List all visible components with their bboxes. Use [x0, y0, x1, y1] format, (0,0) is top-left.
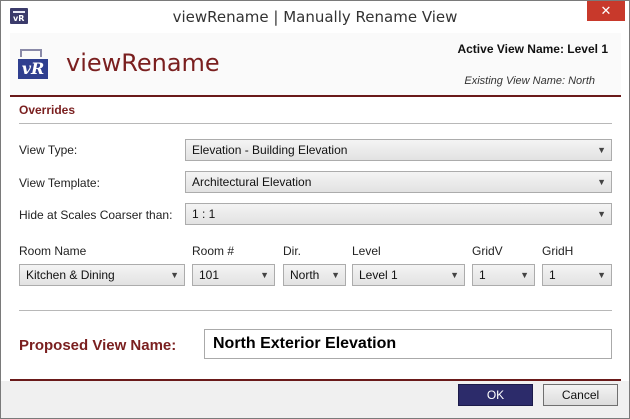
- gridv-select[interactable]: 1 ▼: [472, 264, 535, 286]
- chevron-down-icon: ▼: [597, 209, 606, 219]
- room-number-value: 101: [199, 268, 220, 282]
- hide-scale-select[interactable]: 1 : 1 ▼: [185, 203, 612, 225]
- logo-plate: vR: [18, 59, 48, 79]
- chevron-down-icon: ▼: [170, 270, 179, 280]
- dir-value: North: [290, 268, 320, 282]
- fields-divider: [19, 310, 612, 311]
- dialog-window: vR viewRename | Manually Rename View ✕ v…: [0, 0, 630, 419]
- room-name-select[interactable]: Kitchen & Dining ▼: [19, 264, 185, 286]
- chevron-down-icon: ▼: [597, 145, 606, 155]
- ok-button[interactable]: OK: [458, 384, 533, 406]
- room-name-value: Kitchen & Dining: [26, 268, 115, 282]
- chevron-down-icon: ▼: [597, 270, 606, 280]
- existing-view-name: Existing View Name: North: [464, 75, 595, 87]
- dir-select[interactable]: North ▼: [283, 264, 346, 286]
- view-type-label: View Type:: [19, 143, 78, 157]
- close-button[interactable]: ✕: [587, 1, 625, 21]
- hide-scale-value: 1 : 1: [192, 207, 216, 221]
- overrides-heading: Overrides: [19, 103, 76, 117]
- room-name-label: Room Name: [19, 244, 87, 258]
- gridv-label: GridV: [472, 244, 503, 258]
- brand-title: viewRename: [66, 49, 220, 77]
- logo-bar: [20, 49, 42, 57]
- level-label: Level: [352, 244, 381, 258]
- cancel-button[interactable]: Cancel: [543, 384, 618, 406]
- window-title: viewRename | Manually Rename View: [172, 8, 458, 26]
- hide-scale-label: Hide at Scales Coarser than:: [19, 208, 173, 222]
- dir-label: Dir.: [283, 244, 301, 258]
- chevron-down-icon: ▼: [331, 270, 340, 280]
- chevron-down-icon: ▼: [260, 270, 269, 280]
- room-number-label: Room #: [192, 244, 235, 258]
- room-number-select[interactable]: 101 ▼: [192, 264, 275, 286]
- level-value: Level 1: [359, 268, 398, 282]
- gridv-value: 1: [479, 268, 486, 282]
- view-type-value: Elevation - Building Elevation: [192, 143, 348, 157]
- chevron-down-icon: ▼: [450, 270, 459, 280]
- gridh-value: 1: [549, 268, 556, 282]
- title-bar[interactable]: vR viewRename | Manually Rename View ✕: [1, 1, 629, 33]
- proposed-view-name-label: Proposed View Name:: [19, 337, 177, 354]
- view-type-select[interactable]: Elevation - Building Elevation ▼: [185, 139, 612, 161]
- proposed-view-name-input[interactable]: North Exterior Elevation: [204, 329, 612, 359]
- active-view-name: Active View Name: Level 1: [457, 42, 608, 56]
- header-divider: [10, 95, 621, 97]
- chevron-down-icon: ▼: [520, 270, 529, 280]
- view-template-value: Architectural Elevation: [192, 175, 312, 189]
- button-bar: [1, 381, 629, 418]
- gridh-select[interactable]: 1 ▼: [542, 264, 612, 286]
- overrides-divider: [19, 123, 612, 124]
- view-template-select[interactable]: Architectural Elevation ▼: [185, 171, 612, 193]
- gridh-label: GridH: [542, 244, 574, 258]
- viewrename-logo: vR: [18, 47, 50, 83]
- view-template-label: View Template:: [19, 176, 100, 190]
- header-banner: vR viewRename Active View Name: Level 1 …: [10, 33, 621, 95]
- level-select[interactable]: Level 1 ▼: [352, 264, 465, 286]
- chevron-down-icon: ▼: [597, 177, 606, 187]
